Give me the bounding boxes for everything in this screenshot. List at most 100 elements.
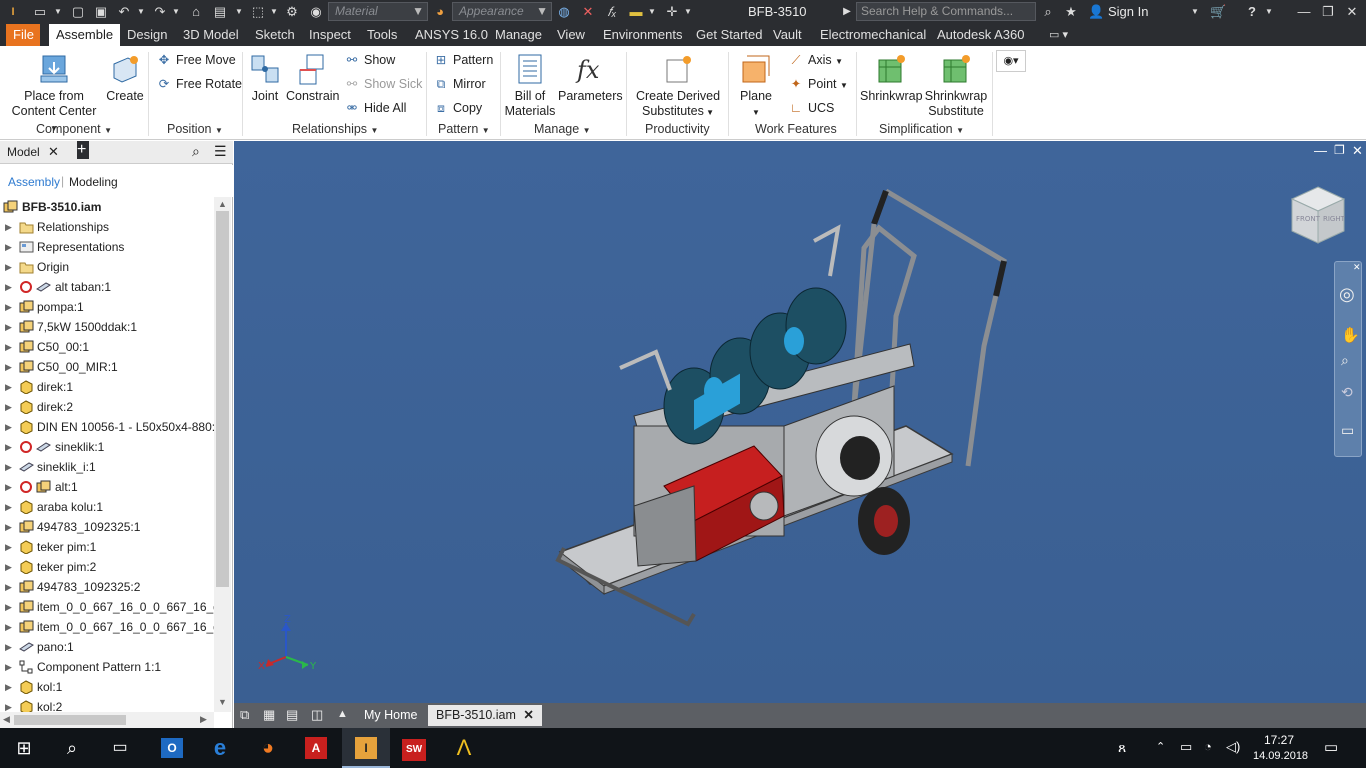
tab-sketch[interactable]: Sketch <box>248 24 302 46</box>
battery-icon[interactable]: ▭ <box>1180 739 1192 755</box>
joint-button[interactable]: Joint <box>246 52 284 104</box>
tree-item[interactable]: ▶ kol:2 <box>0 697 214 712</box>
tree-item[interactable]: ▶ kol:1 <box>0 677 214 697</box>
edge-icon[interactable]: e <box>196 728 244 768</box>
look-at-icon[interactable]: ▭ <box>1341 422 1354 439</box>
pressure-washer-cart-model[interactable] <box>554 176 1014 636</box>
chevron-down-icon[interactable]: ▼ <box>235 3 243 21</box>
constrain-button[interactable]: Constrain <box>286 52 340 104</box>
expand-chevron-icon[interactable]: ▶ <box>5 457 12 477</box>
material-dropdown[interactable]: Material ▼ <box>328 2 428 21</box>
appearance-dropdown[interactable]: Appearance ▼ <box>452 2 552 21</box>
expand-chevron-icon[interactable]: ▶ <box>5 297 12 317</box>
tree-item[interactable]: ▶ teker pim:2 <box>0 557 214 577</box>
search-icon[interactable]: ⌕ <box>48 728 96 768</box>
tree-item[interactable]: ▶ alt:1 <box>0 477 214 497</box>
people-icon[interactable]: ጸ <box>1118 739 1126 756</box>
viewcube[interactable]: FRONT RIGHT <box>1290 185 1346 244</box>
tab-ansys[interactable]: ANSYS 16.0 <box>408 24 495 46</box>
tab-my-home[interactable]: My Home <box>356 705 425 726</box>
expand-chevron-icon[interactable]: ▶ <box>5 217 12 237</box>
free-rotate-button[interactable]: ⟳ Free Rotate <box>156 74 242 94</box>
cascade-windows-icon[interactable]: ⧉ <box>240 707 249 723</box>
tab-view[interactable]: View <box>550 24 592 46</box>
tree-item[interactable]: ▶ Representations <box>0 237 214 257</box>
tab-manage[interactable]: Manage <box>488 24 549 46</box>
tab-3d-model[interactable]: 3D Model <box>176 24 246 46</box>
undo-icon[interactable]: ↶ <box>116 3 132 21</box>
tree-item[interactable]: ▶ DIN EN 10056-1 - L50x50x4-880:1 <box>0 417 214 437</box>
fx-icon[interactable]: 𝑓ₓ <box>604 3 620 21</box>
tree-item[interactable]: ▶ alt taban:1 <box>0 277 214 297</box>
tree-item[interactable]: ▶ sineklik:1 <box>0 437 214 457</box>
clear-appearance-icon[interactable]: ✕ <box>580 3 596 21</box>
tile-windows-icon[interactable]: ▦ <box>263 707 275 723</box>
print-icon[interactable]: ▤ <box>212 3 228 21</box>
chevron-down-icon[interactable]: ▼ <box>54 3 62 21</box>
app-logo-icon[interactable]: I <box>4 3 22 21</box>
cart-icon[interactable]: 🛒 <box>1210 3 1226 21</box>
arrange-up-icon[interactable]: ▲ <box>337 708 348 720</box>
windows-start-icon[interactable]: ⊞ <box>0 728 48 768</box>
sign-in-link[interactable]: Sign In <box>1108 4 1148 19</box>
tree-item[interactable]: ▶ pompa:1 <box>0 297 214 317</box>
tree-item[interactable]: ▶ sineklik_i:1 <box>0 457 214 477</box>
chevron-down-icon[interactable]: ▼ <box>648 3 656 21</box>
hscroll-thumb[interactable] <box>14 715 126 725</box>
color-wheel-icon[interactable]: ◉ <box>308 3 324 21</box>
scroll-up-icon[interactable]: ▲ <box>218 199 227 209</box>
tree-item[interactable]: ▶ direk:2 <box>0 397 214 417</box>
tree-item[interactable]: ▶ C50_00_MIR:1 <box>0 357 214 377</box>
expand-chevron-icon[interactable]: ▶ <box>5 377 12 397</box>
chevron-down-icon[interactable]: ▼ <box>684 3 692 21</box>
group-component-label[interactable]: Component ▼ <box>36 122 112 136</box>
update-icon[interactable]: ⚙ <box>284 3 300 21</box>
group-manage-label[interactable]: Manage ▼ <box>534 122 591 136</box>
acrobat-icon[interactable]: A <box>292 728 340 768</box>
expand-chevron-icon[interactable]: ▶ <box>5 357 12 377</box>
tab-assemble[interactable]: Assemble <box>49 24 121 46</box>
viewport-close-icon[interactable]: ✕ <box>1352 143 1363 159</box>
copy-button[interactable]: ⧈ Copy <box>433 98 482 118</box>
hide-all-button[interactable]: ⚮ Hide All <box>344 98 407 118</box>
chevron-down-icon[interactable]: ▼ <box>1264 3 1274 21</box>
volume-icon[interactable]: ◁) <box>1226 739 1240 755</box>
tree-vertical-scrollbar[interactable]: ▲ ▼ <box>214 197 231 712</box>
ribbon-options-button[interactable]: ◉▾ <box>996 50 1026 72</box>
expand-chevron-icon[interactable]: ▶ <box>5 477 12 497</box>
expand-chevron-icon[interactable]: ▶ <box>5 497 12 517</box>
viewport-restore-icon[interactable]: ❐ <box>1334 143 1345 157</box>
chevron-down-icon[interactable]: ▼ <box>1190 3 1200 21</box>
close-icon[interactable]: ✕ <box>48 144 59 160</box>
parameters-button[interactable]: fx Parameters <box>558 52 623 104</box>
shrinkwrap-button[interactable]: Shrinkwrap <box>860 52 923 104</box>
search-icon[interactable]: ⌕ <box>192 143 200 160</box>
expand-chevron-icon[interactable]: ▶ <box>5 417 12 437</box>
view-modeling-link[interactable]: Modeling <box>69 175 118 189</box>
scroll-down-icon[interactable]: ▼ <box>218 697 227 707</box>
expand-chevron-icon[interactable]: ▶ <box>5 257 12 277</box>
close-icon[interactable]: ✕ <box>1353 262 1361 273</box>
group-pattern-label[interactable]: Pattern ▼ <box>438 122 490 136</box>
expand-chevron-icon[interactable]: ▶ <box>5 537 12 557</box>
tile-horizontal-icon[interactable]: ▤ <box>286 707 298 723</box>
graphics-viewport[interactable]: — ❐ ✕ FRONT RIGHT ✕ ◎ ✋ ⌕ ⟲ ▭ Z X Y <box>234 141 1366 703</box>
group-position-label[interactable]: Position ▼ <box>167 122 223 136</box>
tree-item[interactable]: ▶ Component Pattern 1:1 <box>0 657 214 677</box>
show-button[interactable]: ⚯ Show <box>344 50 396 70</box>
tree-item[interactable]: ▶ teker pim:1 <box>0 537 214 557</box>
chevron-down-icon[interactable]: ▼ <box>270 3 278 21</box>
chevron-right-icon[interactable]: ▶ <box>842 3 852 21</box>
menu-icon[interactable]: ☰ <box>214 143 227 160</box>
plane-button[interactable]: Plane ▼ <box>734 52 778 120</box>
new-file-icon[interactable]: ▭ <box>32 3 48 21</box>
shrinkwrap-substitute-button[interactable]: Shrinkwrap Substitute <box>924 52 988 119</box>
favorites-star-icon[interactable]: ★ <box>1063 3 1079 21</box>
expand-chevron-icon[interactable]: ▶ <box>5 677 12 697</box>
binoculars-icon[interactable]: ⌕ <box>1040 3 1056 21</box>
tree-item[interactable]: ▶ Relationships <box>0 217 214 237</box>
measure-icon[interactable]: ▬ <box>628 3 644 21</box>
pattern-button[interactable]: ⊞ Pattern <box>433 50 494 70</box>
task-view-icon[interactable]: ▭ <box>96 728 144 768</box>
expand-chevron-icon[interactable]: ▶ <box>5 697 12 712</box>
